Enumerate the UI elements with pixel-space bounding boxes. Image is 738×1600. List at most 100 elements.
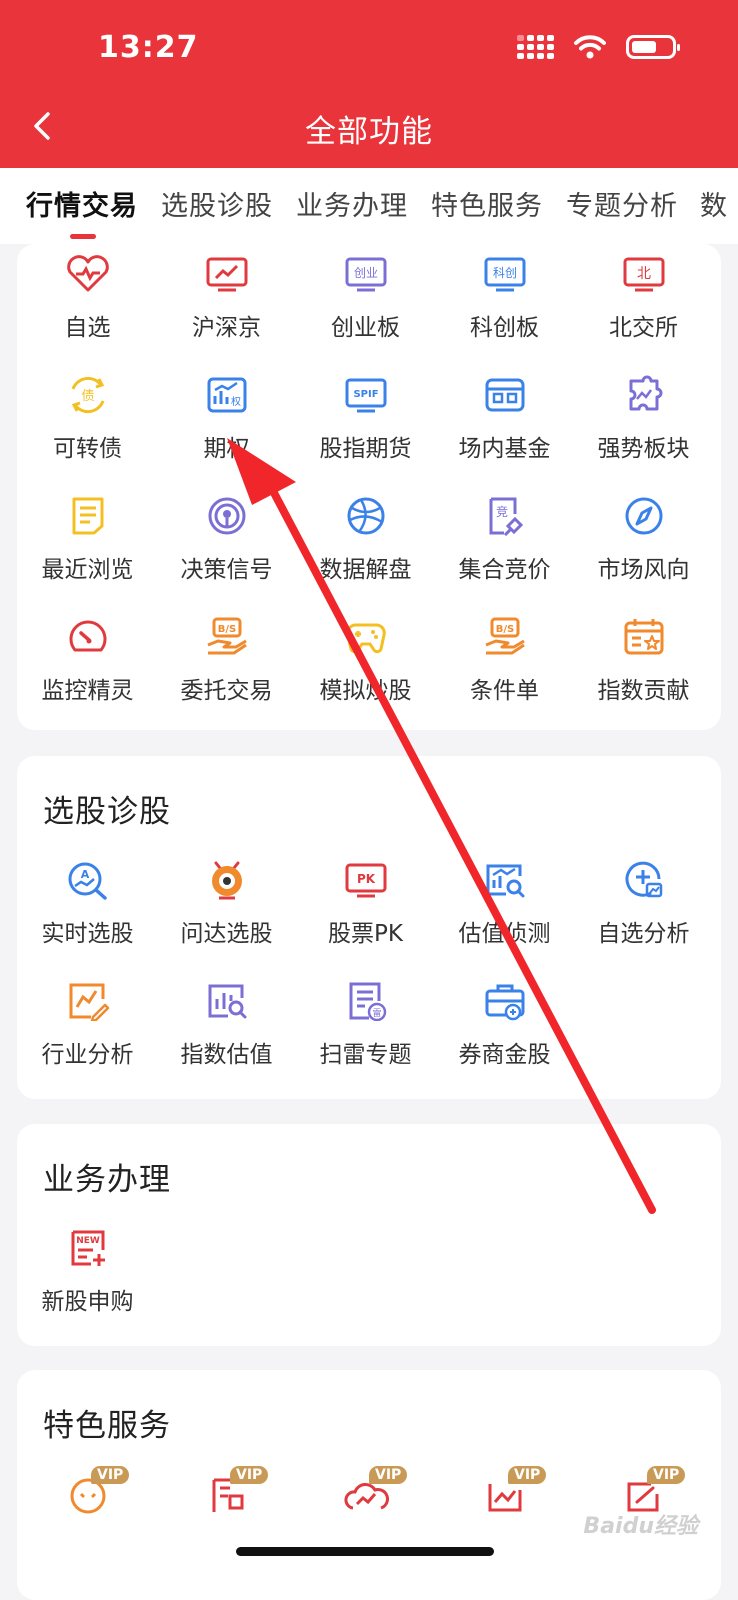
vip-badge: VIP — [91, 1466, 130, 1484]
feature-item[interactable]: 权 期权 — [156, 375, 297, 485]
feature-item[interactable]: 雷 扫雷专题 — [295, 981, 436, 1091]
bei-exchange-icon: 北 — [623, 257, 664, 292]
auction-hammer-icon: 竞 — [489, 497, 523, 536]
svg-text:竞: 竞 — [495, 505, 507, 519]
fund-box-icon — [485, 378, 524, 412]
feature-label: 科创板 — [470, 315, 539, 341]
vip-badge: VIP — [230, 1466, 269, 1484]
tab-stock-picking[interactable]: 选股诊股 — [161, 184, 273, 223]
feature-item[interactable]: 估值侦测 — [434, 860, 575, 970]
feature-item[interactable]: SPIF 股指期货 — [295, 375, 436, 485]
feature-item[interactable]: 强势板块 — [573, 375, 714, 485]
feature-label: 集合竞价 — [458, 557, 551, 583]
tab-topic-analysis[interactable]: 专题分析 — [566, 184, 678, 223]
feature-item[interactable]: VIP — [434, 1466, 575, 1584]
feature-item[interactable]: 模拟炒股 — [295, 617, 436, 727]
feature-label: 北交所 — [609, 315, 678, 341]
status-icons — [517, 35, 680, 59]
feature-item[interactable]: 指数贡献 — [573, 617, 714, 727]
svg-text:雷: 雷 — [372, 1008, 381, 1019]
feature-item[interactable]: VIP — [156, 1466, 297, 1584]
svg-text:北: 北 — [637, 266, 651, 282]
vip-badge: VIP — [369, 1466, 408, 1484]
feature-item[interactable]: 北 北交所 — [573, 254, 714, 364]
header-bar: 13:27 全部功能 — [0, 0, 738, 168]
feature-item[interactable]: 券商金股 — [434, 981, 575, 1091]
bs-hand-icon: B/S — [206, 617, 247, 655]
feature-item[interactable]: 沪深京 — [156, 254, 297, 364]
line-edit-icon — [69, 983, 109, 1021]
option-chart-icon: 权 — [207, 377, 246, 413]
svg-text:NEW: NEW — [76, 1236, 100, 1246]
feature-item[interactable]: 行业分析 — [17, 981, 158, 1091]
feature-item[interactable]: 最近浏览 — [17, 496, 158, 606]
category-tabs: 行情交易 选股诊股 业务办理 特色服务 专题分析 数 — [0, 168, 738, 244]
feature-label: 可转债 — [53, 436, 122, 462]
feature-label: 沪深京 — [192, 315, 261, 341]
feature-item[interactable]: 问达选股 — [156, 860, 297, 970]
feature-item[interactable]: 决策信号 — [156, 496, 297, 606]
doc-mine-icon: 雷 — [349, 982, 386, 1021]
feature-item[interactable]: 科创 科创板 — [434, 254, 575, 364]
feature-label: 决策信号 — [180, 557, 273, 583]
feature-label: 期权 — [203, 436, 250, 462]
svg-text:创业: 创业 — [353, 266, 377, 280]
feature-label: 指数贡献 — [597, 678, 690, 704]
feature-item[interactable]: 债 可转债 — [17, 375, 158, 485]
svg-text:科创: 科创 — [492, 266, 516, 280]
watermark: Baidu经验 — [583, 1514, 698, 1539]
feature-item[interactable]: 自选分析 — [573, 860, 714, 970]
feature-item[interactable]: A 实时选股 — [17, 860, 158, 970]
home-indicator[interactable] — [236, 1547, 494, 1556]
feature-label: 场内基金 — [458, 436, 551, 462]
page-title: 全部功能 — [305, 114, 433, 150]
tab-featured-services[interactable]: 特色服务 — [431, 184, 543, 223]
bs-hand-icon: B/S — [484, 617, 525, 655]
pk-monitor-icon: PK — [345, 863, 386, 898]
tab-business[interactable]: 业务办理 — [296, 184, 408, 223]
active-tab-indicator — [70, 234, 96, 239]
feature-item[interactable]: VIP — [295, 1466, 436, 1584]
feature-label: 指数估值 — [180, 1042, 273, 1068]
feature-item[interactable]: PK 股票PK — [295, 860, 436, 970]
section-featured-services: 特色服务 VIP VIP VIP VIP VIP — [17, 1370, 721, 1600]
feature-label: 自选分析 — [597, 921, 690, 947]
svg-text:债: 债 — [81, 389, 94, 404]
feature-label: 自选 — [64, 315, 111, 341]
robot-icon — [211, 861, 242, 900]
cellular-signal-icon — [517, 35, 554, 59]
tab-data[interactable]: 数 — [700, 184, 728, 223]
section-title: 选股诊股 — [43, 794, 171, 830]
feature-item[interactable]: 创业 创业板 — [295, 254, 436, 364]
feature-item[interactable]: B/S 委托交易 — [156, 617, 297, 727]
feature-item[interactable]: 监控精灵 — [17, 617, 158, 727]
chart-search-icon — [486, 864, 524, 898]
feature-item[interactable]: 数据解盘 — [295, 496, 436, 606]
feature-label: 扫雷专题 — [319, 1042, 412, 1068]
svg-text:A: A — [80, 868, 89, 881]
calendar-star-icon — [624, 619, 663, 655]
feature-label: 股票PK — [328, 921, 403, 947]
feature-item[interactable]: 市场风向 — [573, 496, 714, 606]
feature-label: 市场风向 — [597, 557, 690, 583]
feature-item[interactable]: 自选 — [17, 254, 158, 364]
feature-label: 新股申购 — [41, 1289, 134, 1315]
feature-item[interactable]: NEW 新股申购 — [17, 1228, 158, 1338]
feature-item[interactable]: B/S 条件单 — [434, 617, 575, 727]
monitor-trend-icon — [206, 257, 247, 292]
feature-label: 最近浏览 — [41, 557, 134, 583]
section-business: 业务办理 NEW 新股申购 — [17, 1124, 721, 1346]
feature-label: 问达选股 — [180, 921, 273, 947]
feature-item[interactable]: 场内基金 — [434, 375, 575, 485]
feature-item[interactable]: VIP — [17, 1466, 158, 1584]
feature-item[interactable]: 竞 集合竞价 — [434, 496, 575, 606]
vip-badge: VIP — [508, 1466, 547, 1484]
vip-badge: VIP — [647, 1466, 686, 1484]
speedometer-icon — [69, 620, 106, 652]
signal-radar-icon — [208, 497, 245, 535]
gamepad-icon — [345, 623, 386, 654]
tab-market-trading[interactable]: 行情交易 — [26, 184, 138, 223]
feature-item[interactable]: 指数估值 — [156, 981, 297, 1091]
chuangye-board-icon: 创业 — [345, 257, 386, 292]
section-stock-picking: 选股诊股 A 实时选股 问达选股 PK 股票PK 估值侦测 自选分析 行业分析 … — [17, 756, 721, 1099]
